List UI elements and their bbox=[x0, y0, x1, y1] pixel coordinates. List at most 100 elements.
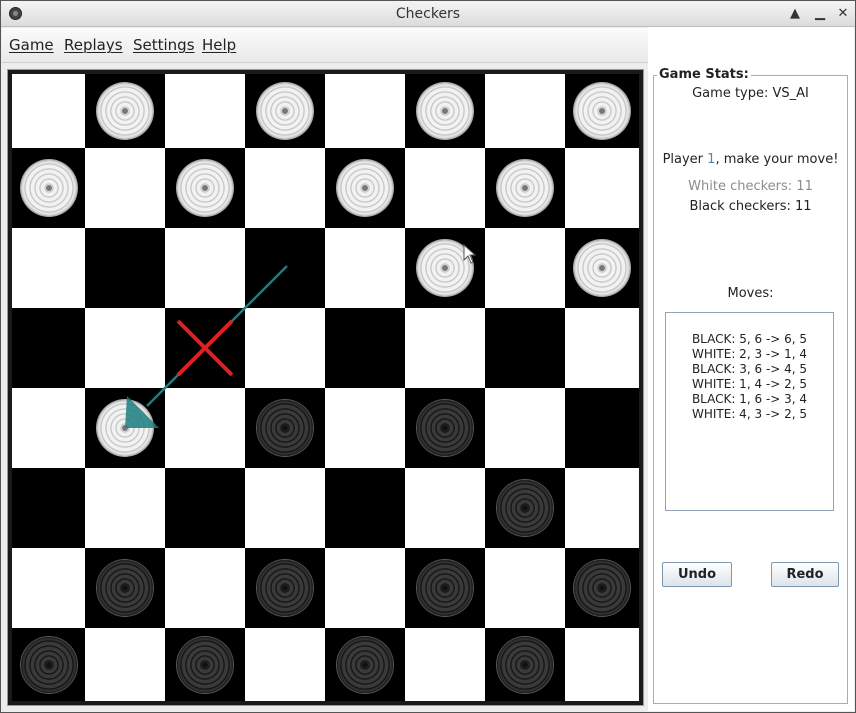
black-checker[interactable] bbox=[417, 560, 473, 616]
board-square[interactable] bbox=[485, 228, 565, 308]
checker-center-dot bbox=[202, 185, 208, 191]
board-square[interactable] bbox=[565, 468, 639, 548]
white-checker[interactable] bbox=[337, 160, 393, 216]
moves-list[interactable]: BLACK: 5, 6 -> 6, 5 WHITE: 2, 3 -> 1, 4 … bbox=[665, 312, 834, 511]
board-square[interactable] bbox=[325, 548, 405, 628]
board-square[interactable] bbox=[12, 228, 85, 308]
board-square[interactable] bbox=[405, 468, 485, 548]
game-type-label: Game type: VS_AI bbox=[692, 86, 809, 101]
white-checker[interactable] bbox=[20, 160, 77, 216]
board-square[interactable] bbox=[165, 74, 245, 148]
black-checker[interactable] bbox=[497, 480, 553, 536]
move-entry: WHITE: 2, 3 -> 1, 4 bbox=[691, 347, 807, 361]
board-square[interactable] bbox=[485, 388, 565, 468]
board-square[interactable] bbox=[565, 628, 639, 701]
maximize-icon[interactable]: ▲ bbox=[786, 5, 804, 23]
board-square[interactable] bbox=[85, 228, 165, 308]
board-square[interactable] bbox=[325, 468, 405, 548]
board-square[interactable] bbox=[485, 74, 565, 148]
checker-center-dot bbox=[442, 585, 448, 591]
black-checker[interactable] bbox=[257, 400, 313, 456]
board-square[interactable] bbox=[245, 148, 325, 228]
close-icon[interactable]: ✕ bbox=[834, 5, 852, 23]
black-checker[interactable] bbox=[337, 636, 393, 693]
menu-game[interactable]: Game bbox=[9, 36, 54, 54]
checker-center-dot bbox=[442, 425, 448, 431]
board-square[interactable] bbox=[245, 468, 325, 548]
black-checker[interactable] bbox=[574, 560, 630, 616]
board-square[interactable] bbox=[565, 148, 639, 228]
white-checker[interactable] bbox=[574, 240, 630, 296]
board-square[interactable] bbox=[12, 548, 85, 628]
black-checker[interactable] bbox=[497, 636, 553, 693]
board-square[interactable] bbox=[325, 308, 405, 388]
board-square[interactable] bbox=[85, 148, 165, 228]
checker-center-dot bbox=[282, 585, 288, 591]
board-square[interactable] bbox=[245, 308, 325, 388]
checker-center-dot bbox=[522, 185, 528, 191]
board-square[interactable] bbox=[12, 388, 85, 468]
move-entry: BLACK: 5, 6 -> 6, 5 bbox=[691, 332, 808, 346]
black-checker[interactable] bbox=[257, 560, 313, 616]
board-square[interactable] bbox=[165, 308, 245, 388]
white-checker[interactable] bbox=[97, 83, 153, 139]
checker-center-dot bbox=[442, 108, 448, 114]
menu-help[interactable]: Help bbox=[202, 36, 236, 54]
move-entry: BLACK: 1, 6 -> 3, 4 bbox=[691, 392, 808, 406]
board-square[interactable] bbox=[565, 388, 639, 468]
title-bar: Checkers ▲ ▁ ✕ bbox=[1, 1, 855, 27]
board-square[interactable] bbox=[325, 388, 405, 468]
board-square[interactable] bbox=[165, 548, 245, 628]
mouse-cursor-icon bbox=[463, 244, 477, 264]
board-square[interactable] bbox=[405, 148, 485, 228]
checker-center-dot bbox=[282, 425, 288, 431]
white-checker[interactable] bbox=[257, 83, 313, 139]
white-checker[interactable] bbox=[417, 83, 473, 139]
checker-center-dot bbox=[202, 661, 208, 668]
board-square[interactable] bbox=[12, 468, 85, 548]
black-checker[interactable] bbox=[177, 636, 233, 693]
white-checker[interactable] bbox=[574, 83, 630, 139]
board-square[interactable] bbox=[12, 308, 85, 388]
checker-center-dot bbox=[599, 265, 605, 271]
undo-button[interactable]: Undo bbox=[662, 562, 732, 587]
board-square[interactable] bbox=[165, 388, 245, 468]
checker-center-dot bbox=[282, 108, 288, 114]
black-checker[interactable] bbox=[417, 400, 473, 456]
board-square[interactable] bbox=[85, 628, 165, 701]
board-square[interactable] bbox=[405, 628, 485, 701]
board-square[interactable] bbox=[85, 468, 165, 548]
black-checker[interactable] bbox=[20, 636, 77, 693]
minimize-icon[interactable]: ▁ bbox=[811, 5, 829, 23]
redo-button[interactable]: Redo bbox=[771, 562, 839, 587]
checker-center-dot bbox=[362, 185, 368, 191]
board-square[interactable] bbox=[325, 74, 405, 148]
board-square[interactable] bbox=[485, 308, 565, 388]
checker-center-dot bbox=[599, 108, 605, 114]
checker-center-dot bbox=[45, 185, 52, 191]
board-square[interactable] bbox=[485, 548, 565, 628]
board-square[interactable] bbox=[245, 228, 325, 308]
checker-center-dot bbox=[442, 265, 448, 271]
checker-center-dot bbox=[599, 585, 605, 591]
board-square[interactable] bbox=[405, 308, 485, 388]
player-turn-label: Player 1, make your move! bbox=[662, 152, 839, 167]
move-entry: BLACK: 3, 6 -> 4, 5 bbox=[691, 362, 808, 376]
checker-center-dot bbox=[122, 585, 128, 591]
white-checker[interactable] bbox=[177, 160, 233, 216]
menu-settings[interactable]: Settings bbox=[133, 36, 195, 54]
board-square[interactable] bbox=[165, 468, 245, 548]
checkers-board[interactable] bbox=[12, 74, 639, 701]
board-square[interactable] bbox=[85, 308, 165, 388]
move-entry: WHITE: 4, 3 -> 2, 5 bbox=[691, 407, 807, 421]
white-checker[interactable] bbox=[97, 400, 153, 456]
board-square[interactable] bbox=[565, 308, 639, 388]
board-square[interactable] bbox=[325, 228, 405, 308]
checker-center-dot bbox=[362, 661, 368, 668]
board-square[interactable] bbox=[12, 74, 85, 148]
board-square[interactable] bbox=[245, 628, 325, 701]
black-checker[interactable] bbox=[97, 560, 153, 616]
board-square[interactable] bbox=[165, 228, 245, 308]
menu-replays[interactable]: Replays bbox=[64, 36, 123, 54]
white-checker[interactable] bbox=[497, 160, 553, 216]
